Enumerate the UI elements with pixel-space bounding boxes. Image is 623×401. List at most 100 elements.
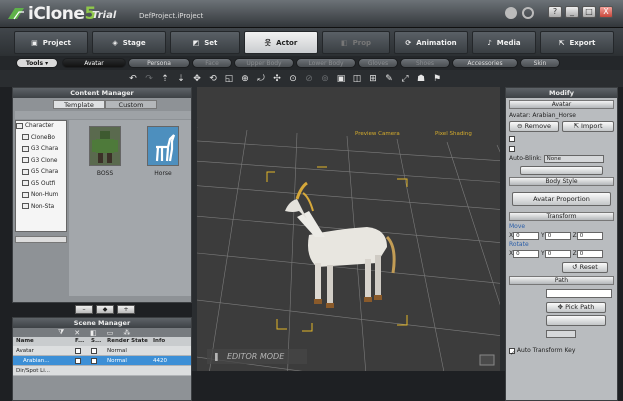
weather-icon[interactable] [505, 7, 517, 19]
tree-scrollbar[interactable] [15, 236, 67, 243]
camera-orbit-icon[interactable]: ⊚ [320, 74, 330, 84]
table-row[interactable]: Arabian... Normal 4420 [13, 356, 191, 366]
move-icon[interactable]: ✥ [192, 74, 202, 84]
path-input[interactable] [546, 289, 612, 298]
maximize-button[interactable]: □ [582, 6, 596, 18]
visibility-icon[interactable]: ◧ [90, 329, 97, 337]
subtab-gloves[interactable]: Gloves [358, 58, 398, 68]
tree-item[interactable]: Non-Sta [16, 202, 66, 214]
avatar-proportion-button[interactable]: Avatar Proportion [512, 192, 611, 206]
subtab-persona[interactable]: Persona [128, 58, 190, 68]
settings-icon[interactable] [522, 7, 534, 19]
path-section-header[interactable]: Path [509, 276, 614, 285]
subtab-lower-body[interactable]: Lower Body [296, 58, 356, 68]
rotate-z-input[interactable]: 0 [576, 249, 603, 258]
move-z-input[interactable]: 0 [576, 231, 603, 240]
resize-handle [479, 354, 495, 366]
tab-media[interactable]: ♪ Media [472, 31, 536, 54]
tree-item[interactable]: G3 Chara [16, 144, 66, 156]
expand-icon[interactable]: ⁂ [123, 329, 130, 337]
table-row[interactable]: Dir/Spot Li... [13, 366, 191, 376]
subtab-accessories[interactable]: Accessories [452, 58, 518, 68]
import-icon: ⇱ [573, 122, 579, 130]
content-add-button[interactable]: ◆ [96, 305, 114, 314]
undo-icon[interactable]: ↶ [128, 74, 138, 84]
camera-pan-icon[interactable]: ✣ [272, 74, 282, 84]
auto-transform-checkbox[interactable]: ✓ [509, 347, 515, 357]
disabled-option [506, 144, 617, 154]
tree-item[interactable]: Character [16, 121, 66, 133]
tab-animation[interactable]: ⟳ Animation [394, 31, 468, 54]
auto-transform-key-row[interactable]: ✓ Auto Transform Key [506, 346, 617, 357]
tab-export[interactable]: ⇱ Export [540, 31, 614, 54]
tree-item[interactable]: Non-Hum [16, 190, 66, 202]
pose-icon[interactable]: ☗ [416, 74, 426, 84]
tab-project[interactable]: ▣ Project [14, 31, 88, 54]
scale-icon[interactable]: ◱ [224, 74, 234, 84]
subtab-face[interactable]: Face [192, 58, 232, 68]
body-style-section-header[interactable]: Body Style [509, 177, 614, 186]
flag-icon[interactable]: ⚑ [432, 74, 442, 84]
transform-section-header[interactable]: Transform [509, 212, 614, 221]
auto-blink-select[interactable]: None [543, 154, 604, 163]
subtab-upper-body[interactable]: Upper Body [234, 58, 294, 68]
folder-icon [22, 157, 29, 163]
remove-button[interactable]: ⊖ Remove [509, 121, 559, 132]
tab-actor[interactable]: 웃 Actor [244, 31, 318, 54]
camera-dolly-icon[interactable]: ⊘ [304, 74, 314, 84]
show-checkbox[interactable] [91, 357, 97, 364]
remove-icon: ⊖ [517, 122, 523, 130]
tab-prop[interactable]: ◧ Prop [322, 31, 390, 54]
redo-icon[interactable]: ↷ [144, 74, 154, 84]
rotate-y-input[interactable]: 0 [544, 249, 571, 258]
tree-item[interactable]: G3 Clone [16, 156, 66, 168]
move-y-input[interactable]: 0 [544, 231, 571, 240]
left-splitter[interactable] [192, 87, 197, 371]
lock-icon[interactable]: ▭ [107, 329, 114, 337]
import-button[interactable]: ⇱ Import [562, 121, 614, 132]
tree-item[interactable]: G5 Outfi [16, 179, 66, 191]
select-icon[interactable]: ⇡ [160, 74, 170, 84]
camera-zoom-icon[interactable]: ⊙ [288, 74, 298, 84]
move-down-icon[interactable]: ⇣ [176, 74, 186, 84]
view-icon[interactable]: ▣ [336, 74, 346, 84]
thumb-boss[interactable] [89, 126, 121, 166]
subtab-skin[interactable]: Skin [520, 58, 560, 68]
freeze-checkbox[interactable] [75, 347, 81, 354]
help-button[interactable]: ? [548, 6, 562, 18]
viewport-scene [197, 127, 500, 371]
screen-icon[interactable]: ◫ [352, 74, 362, 84]
tab-template[interactable]: Template [53, 100, 105, 109]
link-icon[interactable]: ⤢ [400, 74, 410, 84]
rotate-x-input[interactable]: 0 [513, 249, 540, 258]
tab-stage[interactable]: ◈ Stage [92, 31, 166, 54]
content-delete-button[interactable]: – [75, 305, 93, 314]
pick-path-button[interactable]: ✥ Pick Path [546, 302, 606, 313]
table-row[interactable]: Avatar Normal [13, 346, 191, 356]
rotate-icon[interactable]: ⟲ [208, 74, 218, 84]
show-checkbox[interactable] [91, 347, 97, 354]
filter-icon[interactable]: ⧩ [58, 328, 64, 337]
camera-move-icon[interactable]: ⊕ [240, 74, 250, 84]
3d-viewport[interactable]: Preview Camera Pixel Shading ❚ EDITOR MOD… [197, 87, 500, 371]
subtab-shoes[interactable]: Shoes [400, 58, 450, 68]
camera-rotate-icon[interactable]: ⤾ [256, 74, 266, 84]
close-button[interactable]: X [599, 6, 613, 18]
tree-item[interactable]: G5 Chara [16, 167, 66, 179]
grid-icon[interactable]: ⊞ [368, 74, 378, 84]
reset-button[interactable]: ↺ Reset [562, 262, 608, 273]
minimize-button[interactable]: _ [565, 6, 579, 18]
tree-item[interactable]: CloneBo [16, 133, 66, 145]
freeze-checkbox[interactable] [75, 357, 81, 364]
paint-icon[interactable]: ✎ [384, 74, 394, 84]
content-apply-button[interactable]: + [117, 305, 135, 314]
delete-icon[interactable]: ✕ [74, 329, 80, 337]
tab-custom[interactable]: Custom [105, 100, 157, 109]
right-splitter[interactable] [500, 87, 505, 371]
thumb-horse[interactable] [147, 126, 179, 166]
avatar-section-header[interactable]: Avatar [509, 100, 614, 109]
tools-menu[interactable]: Tools ▾ [16, 58, 58, 68]
tab-set[interactable]: ◩ Set [170, 31, 240, 54]
subtab-avatar[interactable]: Avatar [62, 58, 126, 68]
move-x-input[interactable]: 0 [513, 231, 540, 240]
